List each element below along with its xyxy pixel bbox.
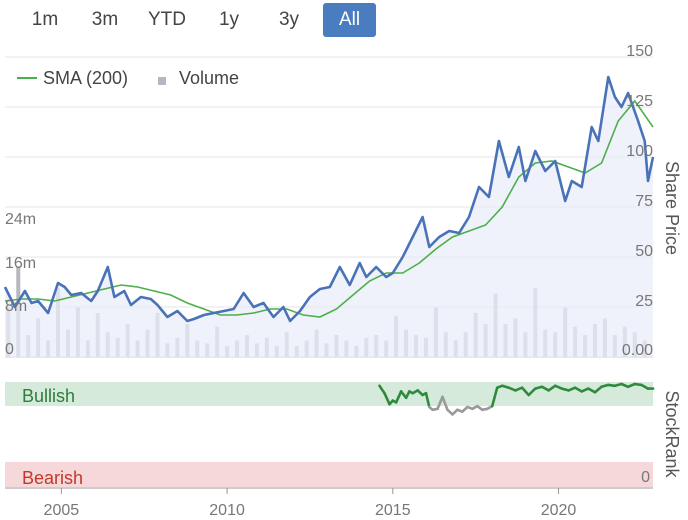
bearish-label: Bearish [22, 468, 83, 488]
x-tick-label: 2010 [209, 502, 245, 519]
stockrank-zero-tick: 0 [641, 469, 650, 486]
x-axis: 2005 2010 2015 2020 [5, 487, 653, 519]
x-tick-label: 2020 [541, 502, 577, 519]
bearish-band [5, 462, 653, 487]
x-tick-label: 2005 [44, 502, 80, 519]
volume-tick-8m: 8m [5, 298, 27, 315]
volume-tick-24m: 24m [5, 211, 36, 228]
bullish-label: Bullish [22, 386, 75, 406]
price-tick-0: 0.00 [622, 342, 653, 359]
volume-tick-16m: 16m [5, 255, 36, 272]
price-tick-50: 50 [635, 243, 653, 260]
price-axis-title: Share Price [662, 161, 682, 255]
stockrank-axis-title: StockRank [662, 390, 682, 478]
volume-legend-swatch [158, 77, 166, 85]
volume-legend-label[interactable]: Volume [179, 68, 239, 88]
volume-tick-0: 0 [5, 341, 14, 358]
price-tick-100: 100 [626, 143, 653, 160]
price-tick-75: 75 [635, 193, 653, 210]
stockrank-panel: Bullish Bearish 0 StockRank [5, 382, 682, 488]
price-tick-25: 25 [635, 293, 653, 310]
price-chart: SMA (200) Volume 150 125 100 75 50 25 0.… [3, 43, 682, 519]
price-tick-150: 150 [626, 43, 653, 60]
x-tick-label: 2015 [375, 502, 411, 519]
sma-legend-label[interactable]: SMA (200) [43, 68, 128, 88]
price-tick-125: 125 [626, 93, 653, 110]
price-area-fill [5, 77, 653, 357]
legend: SMA (200) Volume [17, 68, 239, 88]
